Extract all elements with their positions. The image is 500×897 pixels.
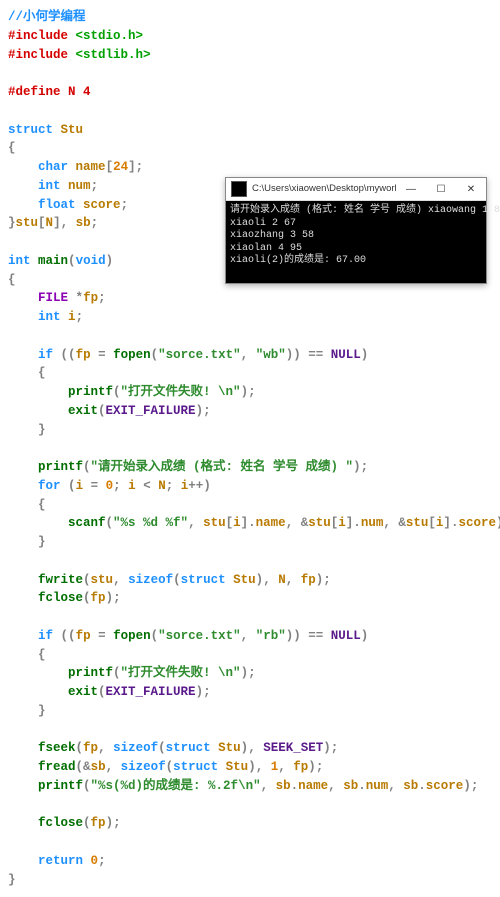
console-icon	[231, 181, 247, 197]
console-title: C:\Users\xiaowen\Desktop\myworkspce\STRU…	[252, 182, 396, 196]
define-line: #define N	[8, 85, 83, 99]
maximize-button[interactable]: ☐	[426, 178, 456, 200]
code-editor: //小何学编程 #include <stdio.h> #include <std…	[8, 8, 492, 889]
console-line: xiaoli(2)的成绩是: 67.00	[230, 255, 366, 266]
close-button[interactable]: ✕	[456, 178, 486, 200]
comment-line: //小何学编程	[8, 10, 86, 24]
include-1: #include	[8, 29, 76, 43]
console-body: 请开始录入成绩 (格式: 姓名 学号 成绩) xiaowang 1 89 xia…	[226, 201, 486, 283]
console-line: 请开始录入成绩 (格式: 姓名 学号 成绩) xiaowang 1 89	[230, 205, 500, 216]
include-2: #include	[8, 48, 76, 62]
console-window: C:\Users\xiaowen\Desktop\myworkspce\STRU…	[225, 177, 487, 284]
console-line: xiaoli 2 67	[230, 218, 296, 229]
minimize-button[interactable]: —	[396, 178, 426, 200]
console-line: xiaozhang 3 58	[230, 230, 314, 241]
console-titlebar[interactable]: C:\Users\xiaowen\Desktop\myworkspce\STRU…	[226, 178, 486, 201]
console-line: xiaolan 4 95	[230, 243, 302, 254]
